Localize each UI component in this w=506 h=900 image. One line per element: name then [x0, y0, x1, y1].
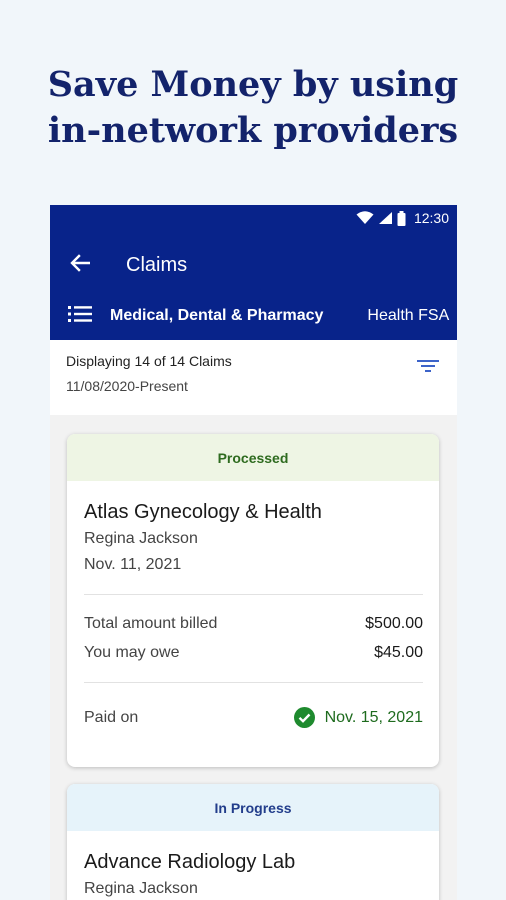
battery-icon	[397, 210, 406, 226]
headline-line-1: Save Money by using	[47, 64, 459, 105]
tab-health-fsa[interactable]: Health FSA	[367, 307, 449, 325]
billed-label: Total amount billed	[84, 615, 218, 632]
claim-card[interactable]: In Progress Advance Radiology Lab Regina…	[67, 784, 439, 900]
patient-name: Regina Jackson	[84, 880, 198, 897]
phone-screen: 12:30 Claims Medical, Dental & Pharmacy …	[50, 205, 457, 900]
signal-icon	[378, 211, 393, 225]
headline-line-2: in-network providers	[47, 110, 459, 151]
patient-name: Regina Jackson	[84, 530, 198, 547]
wifi-icon	[356, 211, 374, 225]
status-badge: In Progress	[67, 784, 439, 831]
provider-name: Atlas Gynecology & Health	[84, 501, 322, 523]
date-range: 11/08/2020-Present	[66, 378, 188, 394]
arrow-left-icon	[70, 253, 91, 277]
back-button[interactable]	[54, 245, 106, 285]
page-title: Claims	[126, 253, 188, 276]
status-bar: 12:30	[356, 205, 457, 231]
tab-menu-button[interactable]	[68, 305, 98, 328]
billed-row: Total amount billed $500.00	[84, 615, 423, 633]
divider	[84, 594, 423, 595]
claim-card[interactable]: Processed Atlas Gynecology & Health Regi…	[67, 434, 439, 767]
claims-count: Displaying 14 of 14 Claims	[66, 353, 232, 369]
divider	[84, 682, 423, 683]
paid-row: Paid on Nov. 15, 2021	[84, 707, 423, 728]
check-circle-icon	[293, 707, 315, 728]
paid-date-wrap: Nov. 15, 2021	[293, 707, 423, 728]
owe-value: $45.00	[374, 644, 423, 661]
status-badge: Processed	[67, 434, 439, 481]
service-date: Nov. 11, 2021	[84, 556, 182, 573]
claim-type-tabs: Medical, Dental & Pharmacy Health FSA	[50, 301, 457, 331]
provider-name: Advance Radiology Lab	[84, 851, 296, 873]
paid-label: Paid on	[84, 708, 139, 726]
billed-value: $500.00	[365, 615, 423, 632]
promo-headline: Save Money by using in-network providers	[0, 62, 506, 154]
owe-row: You may owe $45.00	[84, 644, 423, 662]
status-time: 12:30	[413, 210, 449, 226]
toolbar: Claims	[50, 245, 457, 285]
app-bar: 12:30 Claims Medical, Dental & Pharmacy …	[50, 205, 457, 340]
list-icon	[68, 305, 92, 328]
paid-date: Nov. 15, 2021	[324, 708, 423, 726]
tab-medical-dental-pharmacy[interactable]: Medical, Dental & Pharmacy	[110, 307, 323, 325]
claims-summary: Displaying 14 of 14 Claims 11/08/2020-Pr…	[50, 340, 457, 415]
filter-icon	[417, 360, 439, 377]
owe-label: You may owe	[84, 644, 180, 661]
filter-button[interactable]	[417, 359, 439, 378]
